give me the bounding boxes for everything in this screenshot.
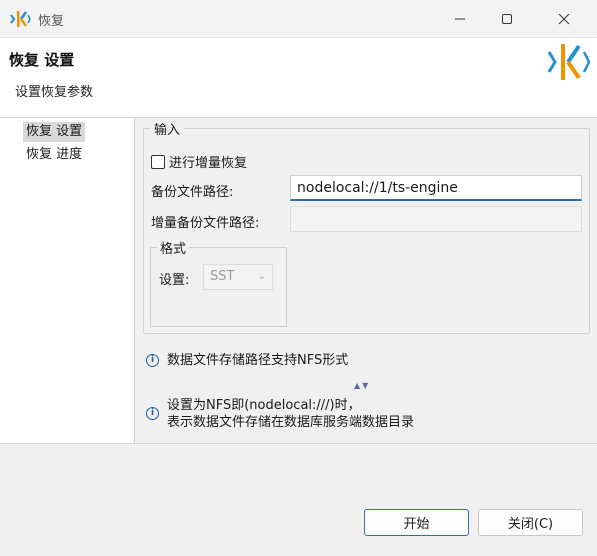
minimize-button[interactable] — [437, 0, 483, 38]
close-icon — [558, 13, 570, 25]
format-setting-label: 设置: — [159, 273, 190, 288]
format-group: 格式 设置: SST ⌄ — [150, 238, 287, 327]
maximize-icon — [502, 14, 512, 24]
info-text-1: 数据文件存储路径支持NFS形式 — [167, 353, 349, 368]
wizard-steps-sidebar: 恢复 设置 恢复 进度 — [0, 118, 135, 443]
incremental-path-label: 增量备份文件路径: — [151, 216, 260, 231]
format-select[interactable]: SST ⌄ — [203, 264, 273, 290]
incremental-restore-checkbox[interactable]: 进行增量恢复 — [151, 152, 247, 171]
backup-path-label: 备份文件路径: — [151, 185, 234, 200]
format-legend: 格式 — [157, 238, 190, 257]
minimize-icon — [455, 18, 465, 20]
sidebar-item-restore-progress[interactable]: 恢复 进度 — [23, 145, 85, 165]
checkbox-box[interactable] — [151, 154, 165, 169]
settings-panel: 输入 进行增量恢复 备份文件路径: nodelocal://1/ts-engin… — [136, 118, 597, 443]
backup-path-input[interactable]: nodelocal://1/ts-engine — [290, 175, 582, 201]
page-title: 恢复 设置 — [9, 51, 75, 69]
incremental-path-input[interactable] — [290, 206, 582, 232]
info-icon: i — [146, 354, 159, 367]
close-window-button[interactable] — [541, 0, 587, 38]
info-icon: i — [146, 407, 159, 420]
close-button[interactable]: 关闭(C) — [478, 509, 583, 536]
info-nfs-description: i 设置为NFS即(nodelocal:///)时， 表示数据文件存储在数据库服… — [146, 397, 414, 431]
sidebar-item-restore-settings[interactable]: 恢复 设置 — [23, 122, 86, 142]
wizard-header: 恢复 设置 设置恢复参数 — [0, 38, 597, 118]
title-bar: 恢复 — [0, 0, 597, 38]
chevron-down-icon: ⌄ — [257, 271, 266, 282]
scroll-arrows-icon[interactable]: ▲▼ — [354, 381, 370, 390]
info-text-2a: 设置为NFS即(nodelocal:///)时， — [167, 398, 361, 413]
page-subtitle: 设置恢复参数 — [15, 85, 94, 100]
info-text-2b: 表示数据文件存储在数据库服务端数据目录 — [167, 415, 415, 430]
input-group: 输入 进行增量恢复 备份文件路径: nodelocal://1/ts-engin… — [143, 119, 590, 334]
dialog-footer: 开始 关闭(C) — [0, 443, 597, 556]
input-group-legend: 输入 — [150, 119, 185, 138]
info-nfs-support: i 数据文件存储路径支持NFS形式 — [146, 352, 348, 369]
app-logo-icon — [10, 11, 31, 27]
maximize-button[interactable] — [484, 0, 530, 38]
brand-logo-icon — [547, 44, 591, 80]
start-button[interactable]: 开始 — [364, 509, 469, 536]
format-select-value: SST — [210, 269, 235, 284]
incremental-restore-label: 进行增量恢复 — [169, 156, 248, 171]
window-title: 恢复 — [38, 14, 65, 29]
